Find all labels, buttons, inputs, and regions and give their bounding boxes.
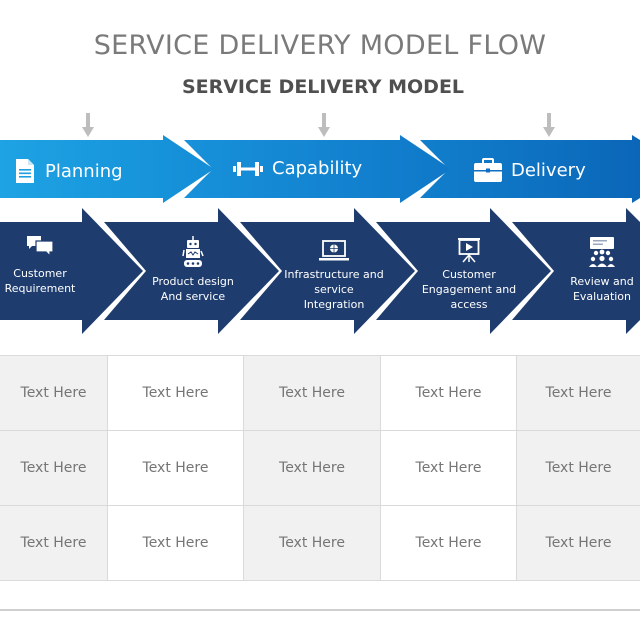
grid-cell: Text Here: [244, 506, 381, 580]
briefcase-icon: [474, 158, 502, 182]
phase-label-text: Delivery: [511, 159, 586, 181]
step-infrastructure: Infrastructure and service Integration: [274, 240, 394, 312]
grid-cell: Text Here: [517, 356, 640, 430]
grid-cell: Text Here: [381, 506, 517, 580]
bottom-divider: [0, 609, 640, 611]
step-label-line: Customer: [442, 268, 496, 281]
grid-row: Text Here Text Here Text Here Text Here …: [0, 506, 640, 581]
phase-planning: Planning: [14, 158, 123, 184]
grid-cell: Text Here: [108, 431, 244, 505]
phase-label-text: Planning: [45, 160, 123, 182]
grid-cell: Text Here: [244, 431, 381, 505]
step-label-line: Requirement: [4, 282, 76, 295]
grid-cell: Text Here: [108, 506, 244, 580]
step-label-line: access: [450, 298, 488, 311]
text-grid: Text Here Text Here Text Here Text Here …: [0, 355, 640, 581]
step-label-line: Product design: [152, 275, 234, 288]
grid-cell: Text Here: [517, 506, 640, 580]
step-product-design: Product design And service: [133, 236, 253, 304]
phase-delivery: Delivery: [474, 158, 586, 182]
step-label-line: Infrastructure and: [284, 268, 384, 281]
grid-cell: Text Here: [108, 356, 244, 430]
step-label-line: Review and: [570, 275, 634, 288]
grid-cell: Text Here: [0, 431, 108, 505]
grid-cell: Text Here: [381, 431, 517, 505]
grid-cell: Text Here: [0, 356, 108, 430]
step-label-line: And service: [160, 290, 226, 303]
step-label-line: Engagement and: [421, 283, 517, 296]
grid-row: Text Here Text Here Text Here Text Here …: [0, 431, 640, 506]
document-icon: [16, 159, 34, 183]
step-label-line: Integration: [303, 298, 365, 311]
step-label-line: Evaluation: [572, 290, 632, 303]
grid-row: Text Here Text Here Text Here Text Here …: [0, 356, 640, 431]
presentation-board-icon: [458, 238, 480, 263]
step-label-line: Customer: [13, 267, 67, 280]
robot-icon: [182, 236, 204, 267]
grid-cell: Text Here: [517, 431, 640, 505]
step-customer-requirement: Customer Requirement: [0, 232, 100, 296]
grid-cell: Text Here: [0, 506, 108, 580]
step-review-evaluation: Review and Evaluation: [542, 236, 640, 304]
phase-capability: Capability: [233, 158, 362, 179]
grid-cell: Text Here: [244, 356, 381, 430]
step-label-line: service: [314, 283, 354, 296]
step-customer-engagement: Customer Engagement and access: [409, 238, 529, 312]
phase-label-text: Capability: [272, 158, 363, 179]
team-meeting-icon: [589, 237, 615, 267]
laptop-globe-icon: [319, 240, 349, 261]
grid-cell: Text Here: [381, 356, 517, 430]
dumbbell-icon: [233, 161, 263, 176]
chat-bubbles-icon: [27, 236, 54, 257]
